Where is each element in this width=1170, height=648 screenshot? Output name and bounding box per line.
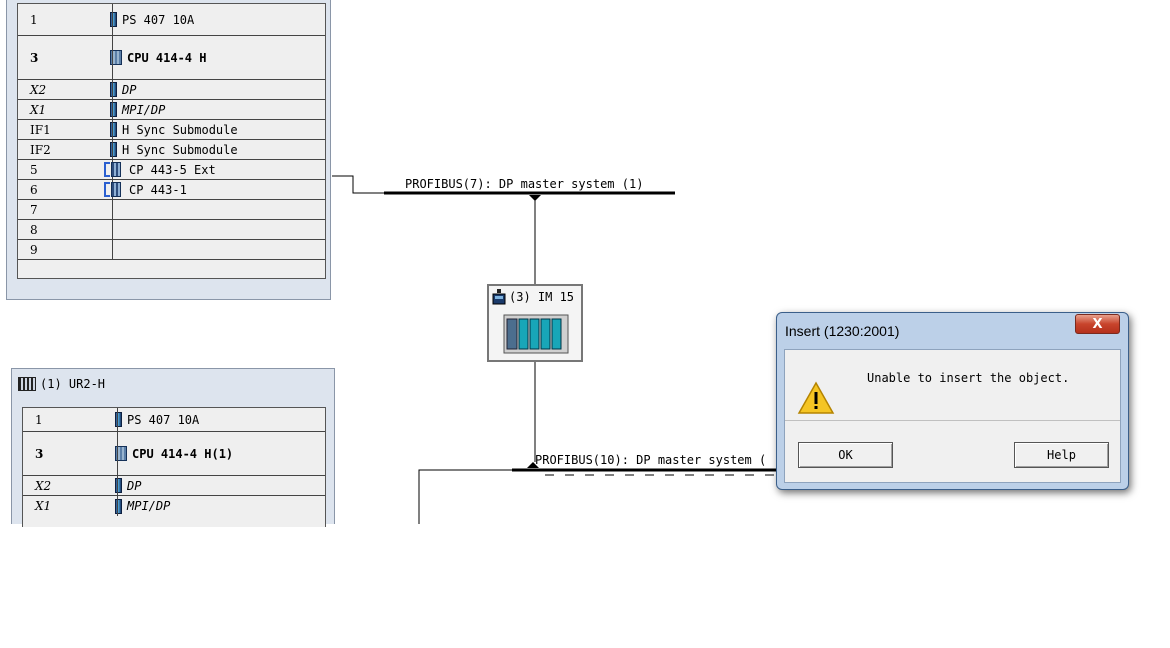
dialog-body: Unable to insert the object. OK Help — [784, 349, 1121, 483]
dialog-message: Unable to insert the object. — [867, 371, 1070, 385]
help-button[interactable]: Help — [1014, 442, 1109, 468]
slave-station-icon — [492, 289, 506, 305]
ok-button[interactable]: OK — [798, 442, 893, 468]
rack-2-bus-link — [418, 469, 512, 524]
station-rack-icon — [503, 314, 569, 354]
profibus-10-label[interactable]: PROFIBUS(10): DP master system ( — [535, 453, 766, 467]
im-15-station[interactable]: (3) IM 15 — [487, 284, 583, 362]
dialog-title: Insert (1230:2001) — [785, 323, 900, 339]
close-button[interactable]: X — [1075, 314, 1120, 334]
dialog-divider — [785, 420, 1120, 421]
warning-icon — [797, 381, 835, 414]
rack-1-bus-link — [332, 175, 384, 194]
profibus-7-label[interactable]: PROFIBUS(7): DP master system (1) — [405, 177, 643, 191]
insert-error-dialog[interactable]: Insert (1230:2001) X Unable to insert th… — [776, 312, 1129, 490]
station-label: (3) IM 15 — [509, 290, 575, 304]
